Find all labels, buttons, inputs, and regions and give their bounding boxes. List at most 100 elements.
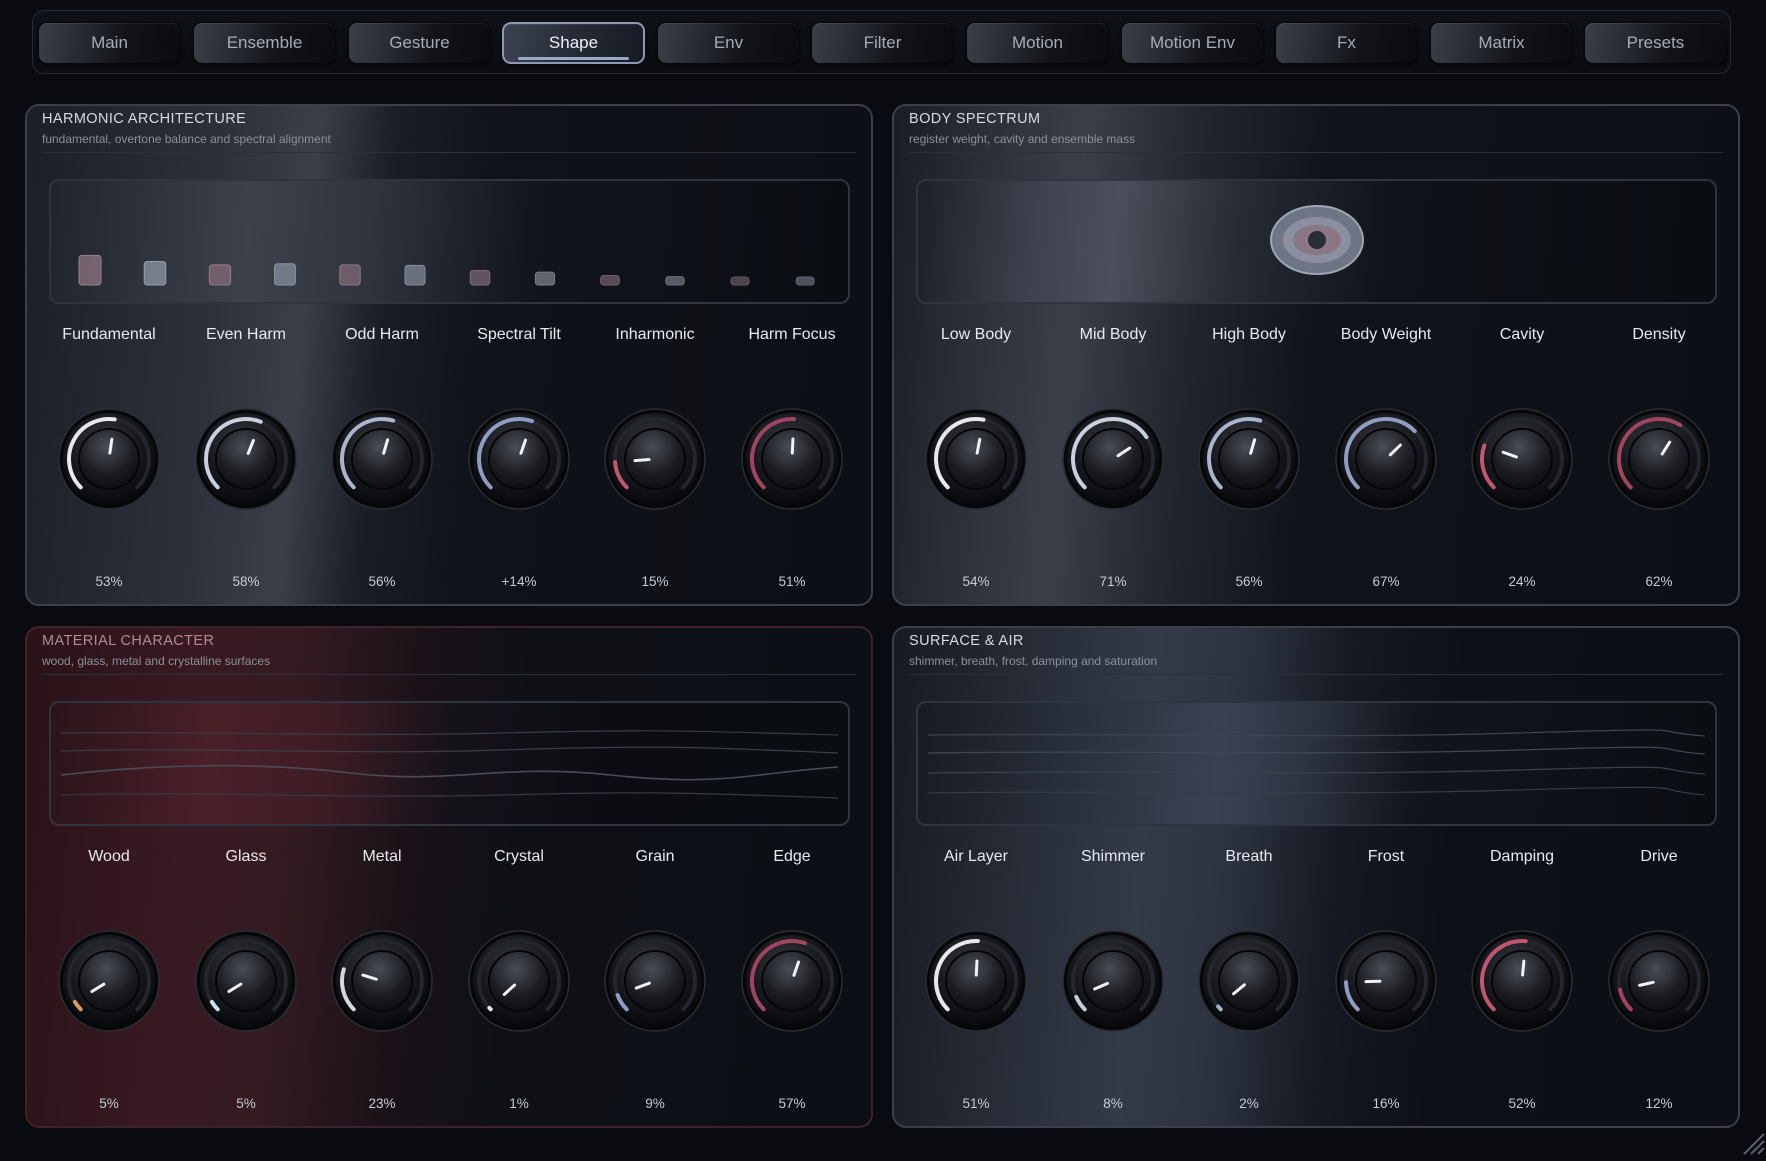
knob-graphic (467, 407, 571, 511)
grain-knob[interactable] (603, 929, 707, 1033)
divider (909, 674, 1723, 675)
body-weight-knob[interactable] (1334, 407, 1438, 511)
divider (909, 152, 1723, 153)
fundamental-label: Fundamental (41, 326, 177, 344)
low-body-knob[interactable] (924, 407, 1028, 511)
knob-graphic (1607, 407, 1711, 511)
tab-env[interactable]: Env (657, 22, 800, 64)
knob-indicator (635, 459, 649, 460)
drive-knob[interactable] (1607, 929, 1711, 1033)
knob-graphic (1061, 407, 1165, 511)
air-layer-knob[interactable] (924, 929, 1028, 1033)
shimmer-knob[interactable] (1061, 929, 1165, 1033)
material-waves (51, 703, 848, 824)
knob-indicator (792, 439, 793, 453)
breath-value: 2% (1181, 1096, 1317, 1111)
inharmonic-value: 15% (587, 574, 723, 589)
panel-subtitle: wood, glass, metal and crystalline surfa… (42, 654, 270, 668)
knob-graphic (1197, 929, 1301, 1033)
mid-body-knob[interactable] (1061, 407, 1165, 511)
harmonic-bar (601, 275, 620, 285)
even-harm-knob[interactable] (194, 407, 298, 511)
knob-graphic (1197, 407, 1301, 511)
panel-subtitle: shimmer, breath, frost, damping and satu… (909, 654, 1157, 668)
fundamental-value: 53% (41, 574, 177, 589)
knob-graphic (1061, 929, 1165, 1033)
harmonic-bar (144, 261, 166, 285)
glass-label: Glass (178, 848, 314, 866)
panel-subtitle: register weight, cavity and ensemble mas… (909, 132, 1135, 146)
tab-bar: Main Ensemble Gesture Shape Env Filter M… (32, 10, 1731, 74)
edge-knob[interactable] (740, 929, 844, 1033)
wood-knob[interactable] (57, 929, 161, 1033)
divider (42, 152, 856, 153)
harmonic-bar (79, 255, 101, 285)
knob-graphic (1334, 929, 1438, 1033)
knob-indicator (976, 961, 977, 975)
frost-knob[interactable] (1334, 929, 1438, 1033)
knob-graphic (330, 929, 434, 1033)
glass-knob[interactable] (194, 929, 298, 1033)
surface-waves (918, 703, 1715, 824)
tab-filter[interactable]: Filter (811, 22, 954, 64)
harm-focus-label: Harm Focus (724, 326, 860, 344)
knob-graphic (740, 929, 844, 1033)
air-layer-value: 51% (908, 1096, 1044, 1111)
air-layer-label: Air Layer (908, 848, 1044, 866)
metal-knob[interactable] (330, 929, 434, 1033)
breath-knob[interactable] (1197, 929, 1301, 1033)
harm-focus-value: 51% (724, 574, 860, 589)
tab-matrix[interactable]: Matrix (1430, 22, 1573, 64)
cavity-label: Cavity (1454, 326, 1590, 344)
breath-label: Breath (1181, 848, 1317, 866)
crystal-knob[interactable] (467, 929, 571, 1033)
mid-body-value: 71% (1045, 574, 1181, 589)
tab-presets[interactable]: Presets (1584, 22, 1727, 64)
body-spectrum-panel: BODY SPECTRUM register weight, cavity an… (892, 104, 1740, 606)
harmonic-bar (405, 265, 425, 285)
edge-value: 57% (724, 1096, 860, 1111)
spectral-tilt-knob[interactable] (467, 407, 571, 511)
crystal-value: 1% (451, 1096, 587, 1111)
density-knob[interactable] (1607, 407, 1711, 511)
tab-main[interactable]: Main (38, 22, 181, 64)
odd-harm-knob[interactable] (330, 407, 434, 511)
odd-harm-label: Odd Harm (314, 326, 450, 344)
surface-and-air-panel: SURFACE & AIR shimmer, breath, frost, da… (892, 626, 1740, 1128)
tab-fx[interactable]: Fx (1275, 22, 1418, 64)
panel-title: SURFACE & AIR (909, 633, 1024, 649)
spectral-tilt-label: Spectral Tilt (451, 326, 587, 344)
cavity-knob[interactable] (1470, 407, 1574, 511)
crystal-label: Crystal (451, 848, 587, 866)
cavity-value: 24% (1454, 574, 1590, 589)
knob-graphic (603, 407, 707, 511)
tab-gesture[interactable]: Gesture (348, 22, 491, 64)
tab-motion-env[interactable]: Motion Env (1121, 22, 1264, 64)
panel-title: BODY SPECTRUM (909, 111, 1040, 127)
odd-harm-value: 56% (314, 574, 450, 589)
even-harm-value: 58% (178, 574, 314, 589)
resize-grip-icon[interactable] (1736, 1126, 1766, 1156)
tab-shape[interactable]: Shape (502, 22, 645, 64)
harmonic-bar (796, 277, 814, 285)
knob-indicator (1523, 961, 1524, 975)
frost-label: Frost (1318, 848, 1454, 866)
knob-graphic (1334, 407, 1438, 511)
damping-knob[interactable] (1470, 929, 1574, 1033)
knob-graphic (330, 407, 434, 511)
harmonic-bar (470, 270, 490, 285)
fundamental-knob[interactable] (57, 407, 161, 511)
high-body-knob[interactable] (1197, 407, 1301, 511)
harm-focus-knob[interactable] (740, 407, 844, 511)
drive-value: 12% (1591, 1096, 1727, 1111)
inharmonic-knob[interactable] (603, 407, 707, 511)
tab-ensemble[interactable]: Ensemble (193, 22, 336, 64)
material-character-panel: MATERIAL CHARACTER wood, glass, metal an… (25, 626, 873, 1128)
harmonic-bar (340, 265, 360, 285)
tab-motion[interactable]: Motion (966, 22, 1109, 64)
damping-value: 52% (1454, 1096, 1590, 1111)
knob-graphic (1470, 407, 1574, 511)
metal-value: 23% (314, 1096, 450, 1111)
wood-label: Wood (41, 848, 177, 866)
knob-indicator (110, 439, 112, 453)
